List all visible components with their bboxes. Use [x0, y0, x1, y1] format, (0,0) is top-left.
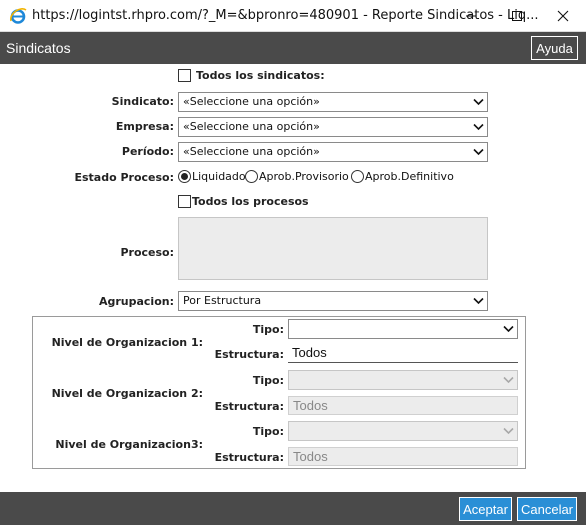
nivel-3-tipo-select[interactable]	[288, 421, 518, 441]
nivel-3-tipo-label: Tipo:	[252, 425, 284, 438]
radio-liquidado-label: Liquidado	[192, 170, 246, 183]
chevron-down-icon	[473, 148, 484, 156]
nivel-2-tipo-select[interactable]	[288, 370, 518, 390]
proceso-label: Proceso:	[120, 246, 174, 259]
nivel-3-estructura-input[interactable]: Todos	[288, 447, 518, 466]
radio-liquidado[interactable]	[178, 170, 191, 183]
periodo-value: «Seleccione una opción»	[183, 145, 320, 158]
radio-aprob-definitivo-label: Aprob.Definitivo	[365, 170, 454, 183]
todos-sindicatos-label: Todos los sindicatos:	[196, 69, 325, 82]
empresa-value: «Seleccione una opción»	[183, 120, 320, 133]
agrupacion-select[interactable]: Por Estructura	[178, 291, 488, 311]
chevron-down-icon	[503, 427, 514, 435]
estado-proceso-label: Estado Proceso:	[74, 171, 174, 184]
sindicato-value: «Seleccione una opción»	[183, 95, 320, 108]
close-button[interactable]	[540, 0, 586, 32]
nivel-3-estructura-label: Estructura:	[214, 451, 284, 464]
close-icon	[557, 10, 569, 22]
sindicato-select[interactable]: «Seleccione una opción»	[178, 92, 488, 112]
agrupacion-label: Agrupacion:	[98, 295, 174, 308]
periodo-select[interactable]: «Seleccione una opción»	[178, 142, 488, 162]
chevron-down-icon	[503, 325, 514, 333]
empresa-select[interactable]: «Seleccione una opción»	[178, 117, 488, 137]
nivel-3-label: Nivel de Organizacion3:	[55, 438, 203, 451]
radio-aprob-provisorio-label: Aprob.Provisorio	[259, 170, 349, 183]
proceso-listbox[interactable]	[178, 217, 488, 280]
empresa-label: Empresa:	[115, 120, 174, 133]
todos-procesos-checkbox[interactable]	[178, 195, 191, 208]
window-titlebar: https://logintst.rhpro.com/?_M=&bpronro=…	[0, 0, 586, 32]
periodo-label: Período:	[121, 145, 174, 158]
help-button[interactable]: Ayuda	[531, 36, 578, 60]
dialog-header: Sindicatos	[0, 32, 586, 64]
agrupacion-value: Por Estructura	[183, 294, 262, 307]
nivel-1-tipo-select[interactable]	[288, 319, 518, 339]
nivel-2-estructura-input[interactable]: Todos	[288, 396, 518, 415]
nivel-2-tipo-label: Tipo:	[252, 374, 284, 387]
accept-button[interactable]: Aceptar	[459, 497, 512, 521]
nivel-2-label: Nivel de Organizacion 2:	[51, 387, 203, 400]
chevron-down-icon	[473, 123, 484, 131]
chevron-down-icon	[473, 98, 484, 106]
nivel-1-estructura-label: Estructura:	[214, 348, 284, 361]
radio-aprob-provisorio[interactable]	[245, 170, 258, 183]
cancel-button[interactable]: Cancelar	[517, 497, 577, 521]
chevron-down-icon	[473, 297, 484, 305]
minimize-button[interactable]	[448, 0, 494, 32]
radio-aprob-definitivo[interactable]	[351, 170, 364, 183]
maximize-icon	[512, 11, 522, 21]
minimize-icon	[466, 15, 476, 17]
internet-explorer-icon	[10, 8, 27, 24]
sindicato-label: Sindicato:	[111, 95, 174, 108]
todos-sindicatos-checkbox[interactable]	[178, 69, 191, 82]
nivel-1-label: Nivel de Organizacion 1:	[51, 336, 203, 349]
maximize-button[interactable]	[494, 0, 540, 32]
todos-procesos-label: Todos los procesos	[192, 195, 309, 208]
nivel-1-tipo-label: Tipo:	[252, 323, 284, 336]
chevron-down-icon	[503, 376, 514, 384]
dialog-title: Sindicatos	[6, 40, 71, 56]
nivel-1-estructura-input[interactable]: Todos	[288, 344, 518, 363]
nivel-2-estructura-label: Estructura:	[214, 400, 284, 413]
